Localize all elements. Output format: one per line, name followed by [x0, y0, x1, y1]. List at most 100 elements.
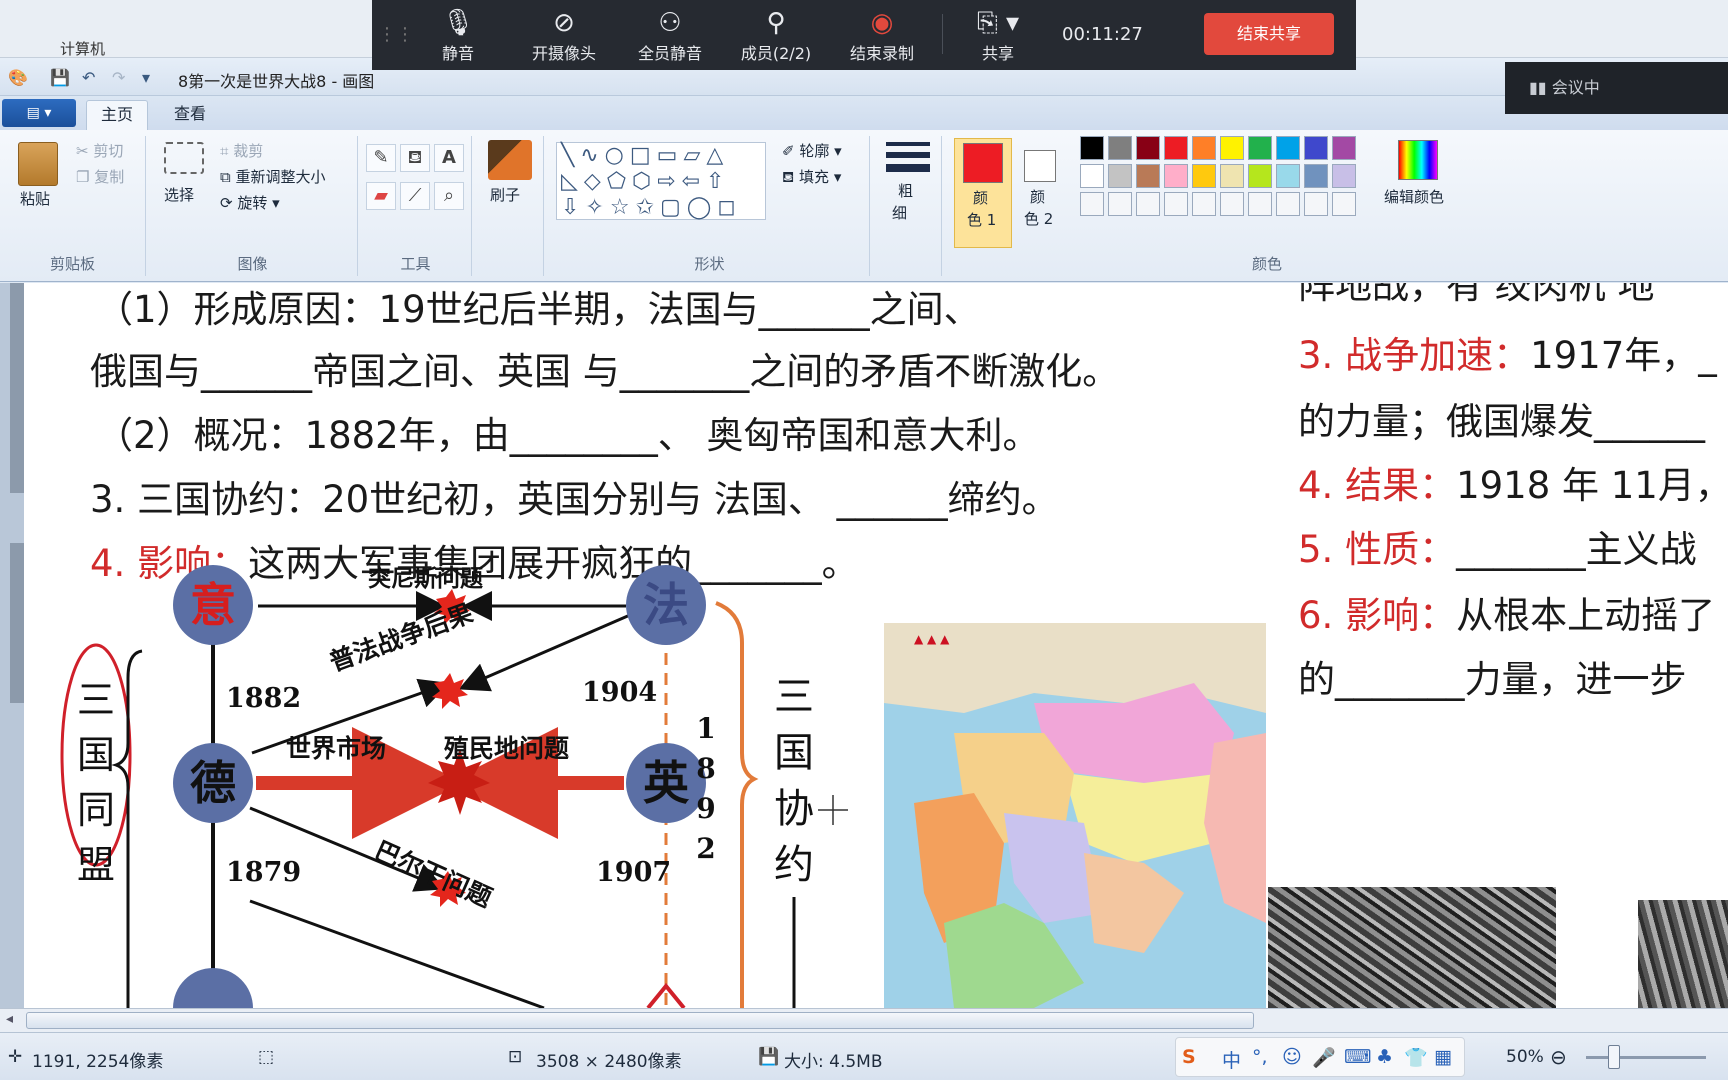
colonial-label: 殖民地问题 — [444, 734, 570, 763]
palette-swatch[interactable] — [1080, 136, 1104, 160]
palette-swatch[interactable] — [1248, 136, 1272, 160]
palette-swatch[interactable] — [1108, 164, 1132, 188]
drag-handle-icon[interactable]: ⋮⋮ — [378, 24, 414, 45]
palette-empty-swatch[interactable] — [1332, 192, 1356, 216]
scroll-left-icon[interactable]: ◂ — [6, 1011, 13, 1027]
edit-colors-button[interactable]: 编辑颜色 — [1380, 140, 1460, 220]
palette-swatch[interactable] — [1108, 136, 1132, 160]
palette-empty-swatch[interactable] — [1136, 192, 1160, 216]
share-button[interactable]: ⎘ ▾ 共享 — [950, 6, 1046, 64]
zoom-slider-thumb[interactable] — [1608, 1045, 1620, 1069]
resize-button[interactable]: ⧉ 重新调整大小 — [220, 166, 326, 187]
tab-home[interactable]: 主页 — [86, 100, 149, 130]
select-icon[interactable] — [164, 142, 204, 174]
undo-icon[interactable]: ↶ — [82, 68, 95, 87]
palette-swatch[interactable] — [1332, 136, 1356, 160]
magnifier-icon[interactable]: ⌕ — [434, 182, 464, 210]
palette-swatch[interactable] — [1220, 164, 1244, 188]
triple-entente-char: 约 — [774, 842, 814, 888]
size-group[interactable]: 粗 细 — [872, 136, 942, 276]
scrollbar-thumb[interactable] — [26, 1012, 1254, 1029]
keyboard-icon[interactable]: ⌨ — [1344, 1046, 1371, 1068]
soldier-photo — [1638, 900, 1728, 1008]
palette-empty-swatch[interactable] — [1192, 192, 1216, 216]
camera-label: 开摄像头 — [531, 44, 596, 63]
color1-button[interactable]: 颜 色 1 — [954, 138, 1012, 248]
document-image[interactable]: （1）形成原因：19世纪后半期，法国与______之间、 俄国与______帝国… — [24, 283, 1728, 1008]
meeting-divider — [942, 14, 943, 54]
color2-button[interactable]: 颜 色 2 — [1016, 138, 1068, 248]
palette-swatch[interactable] — [1136, 136, 1160, 160]
text-tool-icon[interactable]: A — [434, 144, 464, 172]
palette-swatch[interactable] — [1220, 136, 1244, 160]
zoom-out-icon[interactable]: ⊖ — [1550, 1045, 1567, 1069]
triple-alliance-char: 盟 — [76, 843, 115, 887]
fill-button[interactable]: ⛾ 填充 ▾ — [782, 166, 841, 188]
sogou-icon[interactable]: S — [1182, 1046, 1196, 1068]
eraser-icon[interactable]: ▰ — [366, 182, 396, 210]
brush-button[interactable]: 刷子 — [490, 184, 520, 205]
palette-swatch[interactable] — [1192, 164, 1216, 188]
cut-button[interactable]: ✂ 剪切 — [76, 140, 123, 161]
year-1879: 1879 — [226, 857, 302, 888]
palette-swatch[interactable] — [1304, 164, 1328, 188]
punctuation-icon[interactable]: °, — [1252, 1046, 1268, 1068]
save-icon[interactable]: 💾 — [50, 68, 70, 87]
ime-language[interactable]: 中 — [1222, 1046, 1241, 1073]
balkan-map: ▲ ▲ ▲ — [884, 623, 1266, 1008]
file-menu-button[interactable]: ▤ ▾ — [2, 99, 76, 127]
color-picker-icon[interactable]: ⟋ — [400, 182, 430, 210]
palette-swatch[interactable] — [1276, 136, 1300, 160]
outline-button[interactable]: ✐ 轮廓 ▾ — [782, 140, 842, 161]
crop-button[interactable]: ⌗ 裁剪 — [220, 140, 263, 161]
fill-bucket-icon[interactable]: ⛾ — [400, 144, 430, 172]
toolbox-icon[interactable]: ▦ — [1434, 1046, 1452, 1068]
palette-empty-swatch[interactable] — [1248, 192, 1272, 216]
palette-swatch[interactable] — [1276, 164, 1300, 188]
palette-swatch[interactable] — [1248, 164, 1272, 188]
palette-swatch[interactable] — [1136, 164, 1160, 188]
palette-swatch[interactable] — [1304, 136, 1328, 160]
paste-icon[interactable] — [18, 142, 58, 186]
horizontal-scrollbar[interactable]: ◂ — [0, 1008, 1728, 1032]
zoom-slider-track[interactable] — [1586, 1056, 1706, 1059]
redo-icon[interactable]: ↷ — [112, 68, 125, 87]
mute-all-button[interactable]: ⚇ 全员静音 — [622, 6, 718, 64]
shapes-gallery[interactable]: ╲∿○□▭▱△ ◺◇⬠⬡⇨⇦⇧ ⇩✧☆✩▢◯◻ — [556, 142, 766, 220]
emoji-icon[interactable]: ☺ — [1282, 1046, 1302, 1068]
palette-empty-swatch[interactable] — [1080, 192, 1104, 216]
ribbon-tabs: ▤ ▾ 主页 查看 — [0, 96, 1728, 130]
palette-empty-swatch[interactable] — [1304, 192, 1328, 216]
quick-access-dropdown-icon[interactable]: ▾ — [142, 68, 150, 87]
shirt-icon[interactable]: 👕 — [1404, 1046, 1428, 1069]
tab-view[interactable]: 查看 — [160, 100, 220, 130]
clipboard-group: 粘贴 ✂ 剪切 ❐ 复制 剪贴板 — [0, 136, 146, 276]
mute-button[interactable]: 🎙 静音 — [410, 6, 506, 64]
skin-icon[interactable]: ♣ — [1376, 1046, 1393, 1068]
palette-empty-swatch[interactable] — [1108, 192, 1132, 216]
palette-empty-swatch[interactable] — [1276, 192, 1300, 216]
palette-empty-swatch[interactable] — [1220, 192, 1244, 216]
palette-swatch[interactable] — [1164, 136, 1188, 160]
camera-button[interactable]: ⊘ 开摄像头 — [516, 6, 612, 64]
palette-swatch[interactable] — [1192, 136, 1216, 160]
paste-button[interactable]: 粘贴 — [20, 188, 50, 209]
palette-swatch[interactable] — [1164, 164, 1188, 188]
pencil-icon[interactable]: ✎ — [366, 144, 396, 172]
select-button[interactable]: 选择 — [164, 184, 194, 205]
palette-swatch[interactable] — [1080, 164, 1104, 188]
members-button[interactable]: ⚲ 成员(2/2) — [728, 6, 824, 64]
palette-empty-swatch[interactable] — [1164, 192, 1188, 216]
entente-brace — [715, 601, 759, 1008]
copy-button[interactable]: ❐ 复制 — [76, 166, 124, 187]
ime-toolbar[interactable]: S 中 °, ☺ 🎤 ⌨ ♣ 👕 ▦ — [1175, 1037, 1465, 1077]
mic-icon[interactable]: 🎤 — [1312, 1046, 1336, 1069]
palette-swatch[interactable] — [1332, 164, 1356, 188]
end-record-button[interactable]: ◉ 结束录制 — [834, 6, 930, 64]
end-share-button[interactable]: 结束共享 — [1204, 13, 1334, 55]
canvas-area[interactable]: （1）形成原因：19世纪后半期，法国与______之间、 俄国与______帝国… — [0, 283, 1728, 1008]
brush-icon[interactable] — [488, 140, 532, 180]
austria-circle — [173, 968, 253, 1008]
year-1892-digit: 2 — [696, 832, 716, 865]
rotate-button[interactable]: ⟳ 旋转 ▾ — [220, 192, 280, 213]
